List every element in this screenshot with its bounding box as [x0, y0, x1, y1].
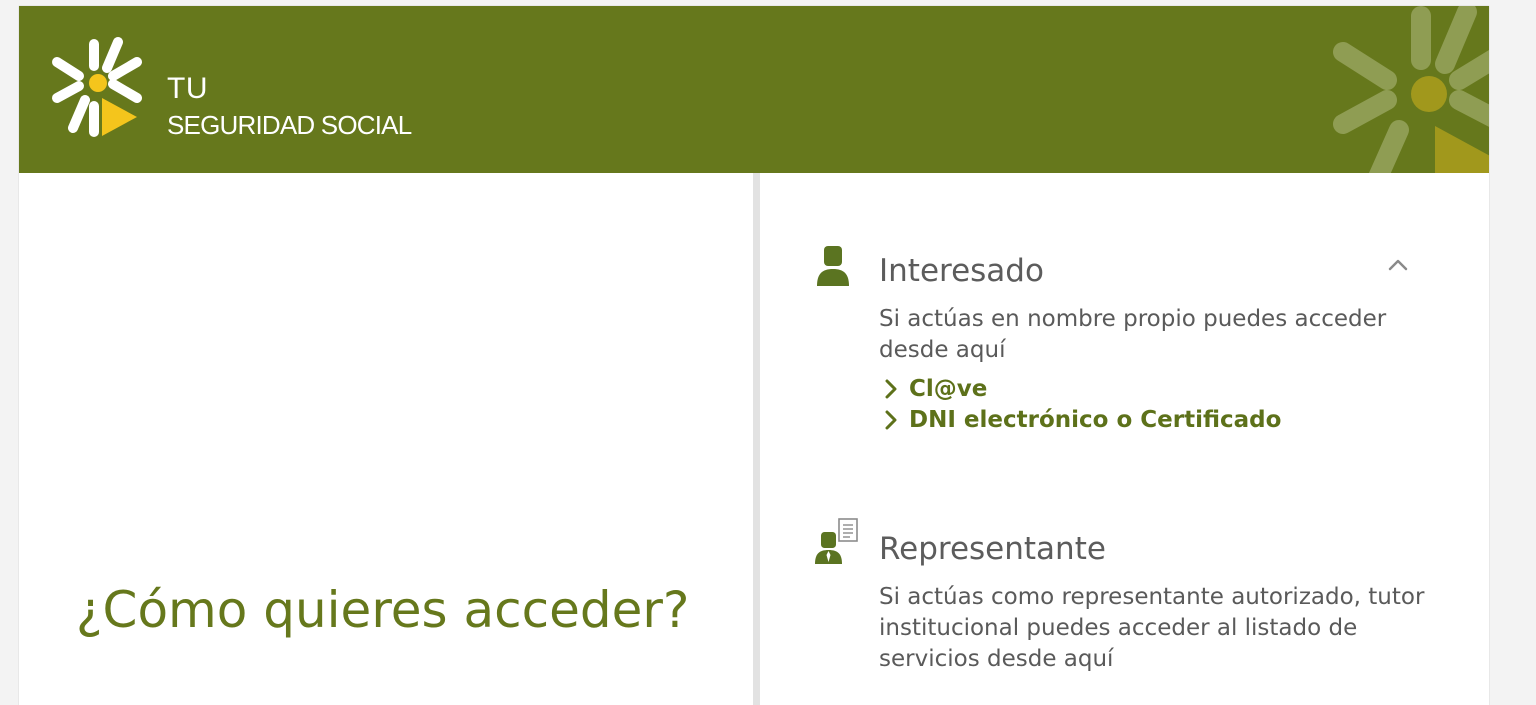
seguridad-social-logo-icon[interactable]	[47, 36, 153, 140]
panel-divider	[753, 173, 760, 705]
option-title-interesado[interactable]: Interesado	[879, 251, 1044, 291]
brand-line-tu: TU	[167, 72, 208, 105]
site-header: TU SEGURIDAD SOCIAL	[19, 6, 1489, 173]
link-dni-certificado[interactable]: DNI electrónico o Certificado	[882, 405, 1281, 435]
link-dni-certificado-label: DNI electrónico o Certificado	[909, 407, 1282, 433]
chevron-right-icon	[885, 379, 897, 399]
chevron-up-icon[interactable]	[1384, 254, 1412, 276]
person-icon	[817, 246, 849, 286]
link-clave[interactable]: Cl@ve	[882, 374, 987, 404]
option-description-interesado: Si actúas en nombre propio puedes accede…	[879, 306, 1387, 363]
option-description-representante: Si actúas como representante autorizado,…	[879, 584, 1425, 672]
link-clave-label: Cl@ve	[909, 376, 988, 402]
logo-watermark-icon	[1333, 6, 1489, 173]
brand-line-seguridad-social: SEGURIDAD SOCIAL	[167, 110, 412, 140]
chevron-right-icon	[885, 410, 897, 430]
option-title-representante[interactable]: Representante	[879, 529, 1106, 569]
representative-document-icon	[815, 518, 858, 564]
page-title: ¿Cómo quieres acceder?	[76, 581, 690, 639]
